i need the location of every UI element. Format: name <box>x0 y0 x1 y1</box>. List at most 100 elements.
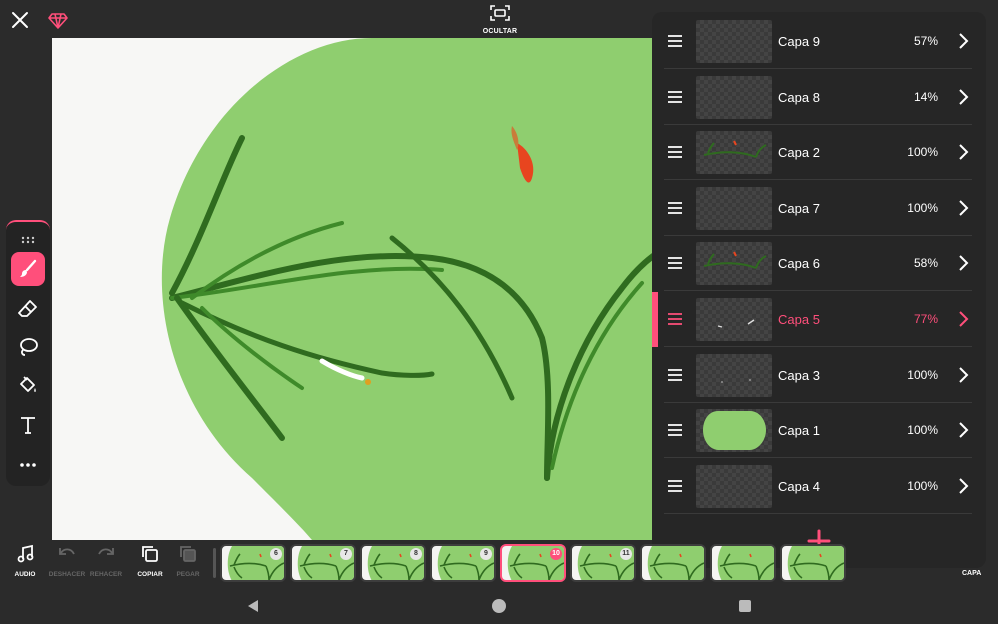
chevron-right-icon[interactable] <box>954 143 972 161</box>
layer-row[interactable]: Capa 3 100% <box>652 348 986 403</box>
layer-name: Capa 3 <box>778 367 820 383</box>
fill-tool-button[interactable] <box>11 368 45 402</box>
frame-thumbnail[interactable]: 11 <box>570 544 636 582</box>
brush-tool-button[interactable] <box>11 252 45 286</box>
drag-handle-icon[interactable] <box>666 310 684 328</box>
frame-strip[interactable]: 6 7 8 9 10 11 <box>220 544 850 582</box>
layer-opacity: 100% <box>907 367 938 382</box>
back-icon[interactable] <box>246 599 260 613</box>
layer-row[interactable]: Capa 5 77% <box>652 292 986 347</box>
layer-opacity: 100% <box>907 478 938 493</box>
gem-icon[interactable] <box>48 10 68 30</box>
layer-name: Capa 8 <box>778 89 820 105</box>
layer-opacity: 58% <box>913 256 938 271</box>
layer-row[interactable]: Capa 1 100% <box>652 403 986 459</box>
lasso-icon <box>20 338 38 356</box>
drag-handle-icon[interactable] <box>666 143 684 161</box>
drag-handle-icon[interactable] <box>666 254 684 272</box>
layer-name: Capa 2 <box>778 145 820 161</box>
eraser-icon <box>18 300 37 317</box>
close-icon[interactable] <box>8 8 32 32</box>
paste-label: PEGAR <box>176 571 200 578</box>
text-tool-button[interactable] <box>11 408 45 442</box>
drag-handle-icon[interactable] <box>666 32 684 50</box>
frame-thumbnail[interactable] <box>780 544 846 582</box>
layer-thumbnail[interactable] <box>696 298 772 341</box>
layer-opacity: 100% <box>907 200 938 215</box>
chevron-right-icon[interactable] <box>954 199 972 217</box>
layer-opacity: 100% <box>907 145 938 160</box>
layer-row[interactable]: Capa 7 100% <box>652 181 986 236</box>
layer-name: Capa 1 <box>778 423 820 439</box>
drawing-canvas[interactable] <box>52 38 662 540</box>
music-note-icon <box>17 544 34 563</box>
paste-icon <box>180 546 196 562</box>
chevron-right-icon[interactable] <box>954 477 972 495</box>
layer-row[interactable]: Capa 4 100% <box>652 459 986 514</box>
copy-button[interactable]: COPIAR <box>130 544 170 582</box>
frame-thumbnail[interactable]: 8 <box>360 544 426 582</box>
chevron-right-icon[interactable] <box>954 88 972 106</box>
layer-thumbnail[interactable] <box>696 242 772 286</box>
undo-button[interactable]: DESHACER <box>47 544 87 582</box>
layer-opacity: 77% <box>913 312 938 326</box>
home-icon[interactable] <box>492 599 506 613</box>
layer-thumbnail[interactable] <box>696 353 772 397</box>
audio-button[interactable]: AUDIO <box>5 544 45 582</box>
frame-thumbnail[interactable]: 6 <box>220 544 286 582</box>
frame-thumbnail[interactable] <box>710 544 776 582</box>
layer-thumbnail[interactable] <box>696 186 772 230</box>
layer-thumbnail[interactable] <box>696 131 772 175</box>
audio-label: AUDIO <box>14 571 36 578</box>
chevron-right-icon[interactable] <box>954 421 972 439</box>
layer-separator <box>664 512 972 514</box>
chevron-right-icon[interactable] <box>954 254 972 272</box>
frame-number: 10 <box>550 548 562 560</box>
layer-thumbnail[interactable] <box>696 409 772 453</box>
frame-number: 8 <box>410 548 422 560</box>
more-tools-button[interactable] <box>11 448 45 482</box>
redo-button[interactable]: REHACER <box>86 544 126 582</box>
drag-handle-icon[interactable] <box>666 477 684 495</box>
layer-thumbnail[interactable] <box>696 20 772 63</box>
frame-number: 7 <box>340 548 352 560</box>
layer-opacity: 14% <box>913 89 938 104</box>
chevron-right-icon[interactable] <box>954 32 972 50</box>
frame-thumbnail[interactable]: 7 <box>290 544 356 582</box>
layer-name: Capa 9 <box>778 34 820 49</box>
eraser-tool-button[interactable] <box>11 292 45 326</box>
layer-tool-label[interactable]: CAPA <box>962 570 981 577</box>
frame-thumbnail[interactable]: 9 <box>430 544 496 582</box>
layer-name: Capa 4 <box>778 478 820 494</box>
layer-row[interactable]: Capa 2 100% <box>652 125 986 181</box>
hide-ui-icon <box>490 5 510 21</box>
drag-handle-icon[interactable] <box>666 88 684 106</box>
lasso-tool-button[interactable] <box>11 330 45 364</box>
copy-icon <box>142 546 158 562</box>
redo-label: REHACER <box>89 571 123 578</box>
system-navigation-bar <box>0 588 998 624</box>
paste-button[interactable]: PEGAR <box>168 544 208 582</box>
layer-name: Capa 5 <box>778 312 820 327</box>
copy-label: COPIAR <box>137 571 163 578</box>
frame-thumbnail[interactable]: 10 <box>500 544 566 582</box>
frame-thumbnail[interactable] <box>640 544 706 582</box>
layer-row[interactable]: Capa 9 57% <box>652 14 986 69</box>
redo-icon <box>98 548 114 555</box>
layer-row[interactable]: Capa 6 58% <box>652 236 986 292</box>
layer-thumbnail[interactable] <box>696 75 772 119</box>
brush-icon <box>20 259 37 277</box>
selected-indicator <box>652 292 658 347</box>
drag-handle-icon[interactable] <box>666 421 684 439</box>
chevron-right-icon[interactable] <box>954 366 972 384</box>
layer-thumbnail[interactable] <box>696 464 772 508</box>
frame-number: 6 <box>270 548 282 560</box>
recent-apps-icon[interactable] <box>739 600 751 612</box>
grip-icon[interactable] <box>18 232 38 244</box>
hide-ui-button[interactable]: OCULTAR <box>480 4 520 36</box>
drag-handle-icon[interactable] <box>666 366 684 384</box>
chevron-right-icon[interactable] <box>954 310 972 328</box>
drag-handle-icon[interactable] <box>666 199 684 217</box>
layer-row[interactable]: Capa 8 14% <box>652 70 986 125</box>
frame-number: 11 <box>620 548 632 560</box>
